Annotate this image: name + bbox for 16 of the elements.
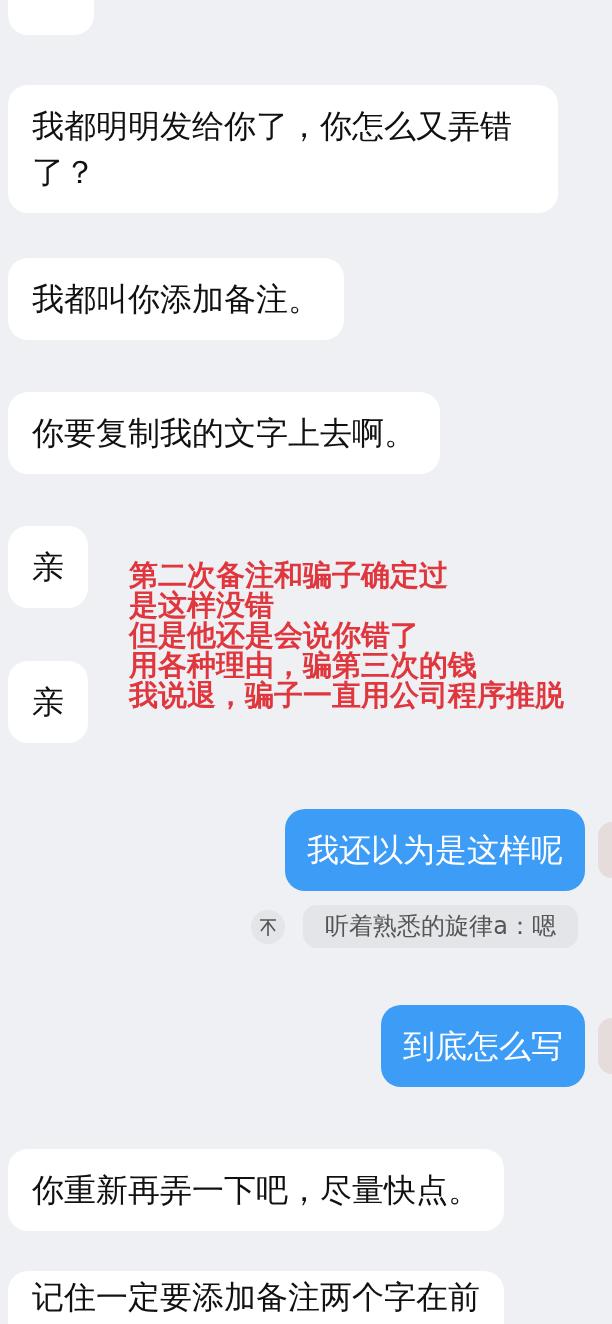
annotation-text: 是这样没错: [129, 589, 274, 620]
quoted-reply: 听着熟悉的旋律a：嗯: [303, 905, 578, 948]
message-bubble: 我还以为是这样呢: [285, 809, 585, 891]
message-bubble: 记住一定要添加备注两个字在前: [8, 1271, 504, 1324]
message-bubble: 亲: [8, 661, 88, 743]
annotation-text: 我说退，骗子一直用公司程序推脱: [129, 679, 564, 710]
quote-icon: [251, 909, 286, 944]
message-bubble: 到底怎么写: [381, 1005, 585, 1087]
message-bubble: 你重新再弄一下吧，尽量快点。: [8, 1149, 504, 1231]
message-bubble: 我都明明发给你了，你怎么又弄错了？: [8, 85, 558, 213]
message-bubble: 你要复制我的文字上去啊。: [8, 392, 440, 474]
message-bubble: 我都叫你添加备注。: [8, 258, 344, 340]
annotation-text: 第二次备注和骗子确定过: [129, 559, 449, 590]
annotation-text: 但是他还是会说你错了: [129, 619, 419, 650]
message-bubble: 亲: [8, 526, 88, 608]
annotation-text: 用各种理由，骗第三次的钱: [129, 649, 477, 680]
